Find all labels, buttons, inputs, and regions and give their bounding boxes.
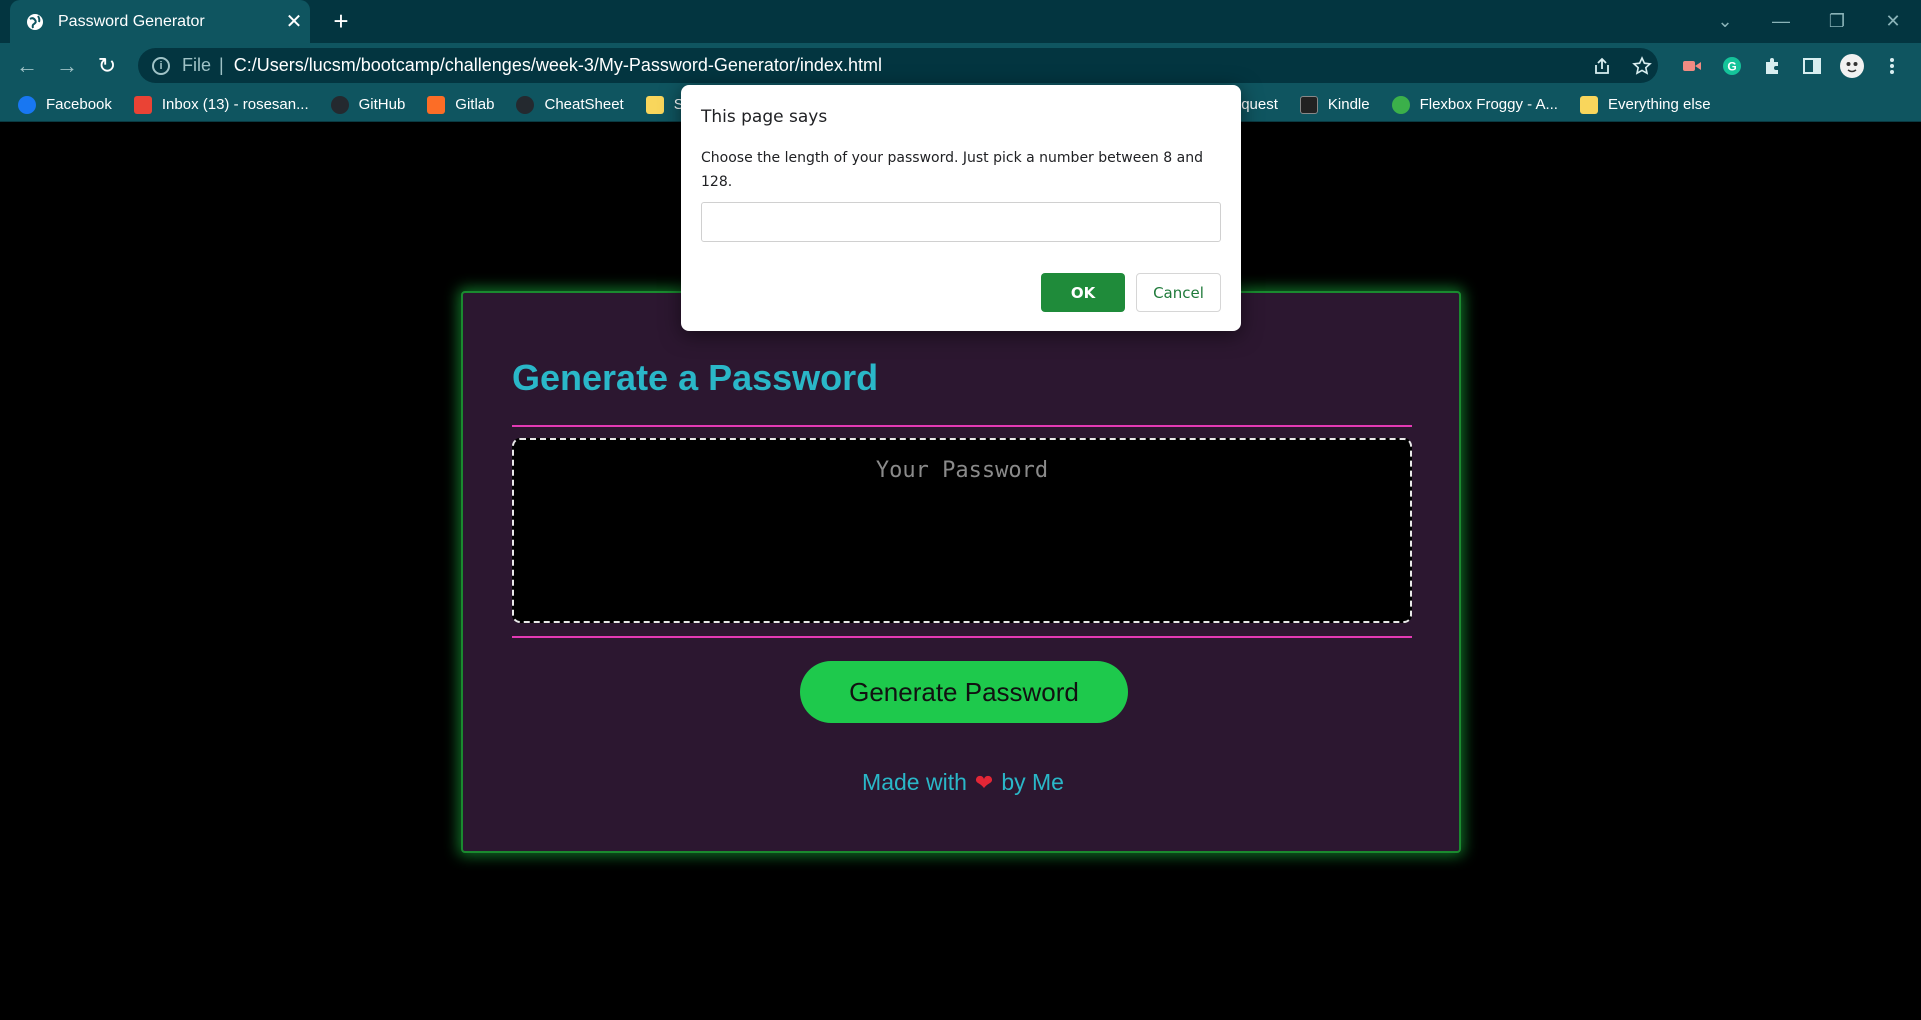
footer-suffix: by Me — [1001, 769, 1064, 795]
profile-avatar[interactable] — [1832, 51, 1872, 81]
browser-toolbar: ← → ↻ i File | C:/Users/lucsm/bootcamp/c… — [0, 43, 1921, 88]
facebook-icon — [18, 95, 36, 114]
video-extension-icon[interactable] — [1672, 51, 1712, 81]
generator-card: Generate a Password Generate Password Ma… — [461, 291, 1461, 853]
site-info-icon[interactable]: i — [152, 56, 170, 75]
url-text[interactable]: C:/Users/lucsm/bootcamp/challenges/week-… — [234, 55, 882, 76]
github-icon — [330, 95, 349, 114]
bookmark-gitlab[interactable]: Gitlab — [427, 95, 495, 114]
folder-icon — [1579, 95, 1598, 114]
bookmark-label: Gitlab — [455, 96, 495, 113]
tab-title: Password Generator — [58, 12, 205, 30]
dialog-title: This page says — [701, 107, 828, 127]
address-bar[interactable]: i File | C:/Users/lucsm/bootcamp/challen… — [138, 48, 1658, 83]
page-title: Generate a Password — [512, 357, 879, 398]
kebab-menu-icon[interactable] — [1872, 51, 1912, 81]
ok-button[interactable]: OK — [1041, 273, 1125, 312]
bookmark-label: GitHub — [358, 96, 406, 113]
bookmark-github[interactable]: GitHub — [330, 95, 406, 114]
omnibox-actions — [1582, 51, 1662, 81]
extensions-puzzle-icon[interactable] — [1752, 51, 1792, 81]
back-arrow-icon[interactable]: ← — [12, 51, 42, 81]
prompt-dialog: This page says Choose the length of your… — [681, 85, 1241, 331]
github-icon — [516, 95, 535, 114]
bookmark-label: Facebook — [46, 96, 112, 113]
frog-icon — [1391, 95, 1410, 114]
bookmark-gmail-inbox[interactable]: Inbox (13) - rosesan... — [133, 95, 309, 114]
generate-password-button[interactable]: Generate Password — [800, 661, 1128, 723]
bookmark-facebook[interactable]: Facebook — [18, 95, 112, 114]
scheme-separator: | — [219, 55, 224, 75]
top-divider — [512, 425, 1412, 427]
new-tab-button[interactable]: + — [326, 7, 356, 37]
bottom-divider — [512, 636, 1412, 638]
kindle-icon — [1299, 95, 1318, 114]
bookmark-star-icon[interactable] — [1622, 51, 1662, 81]
share-icon[interactable] — [1582, 51, 1622, 81]
bookmark-folder-everything-else[interactable]: Everything else — [1579, 95, 1711, 114]
bookmark-cheatsheet[interactable]: CheatSheet — [516, 95, 624, 114]
bookmark-flexbox-froggy[interactable]: Flexbox Froggy - A... — [1391, 95, 1558, 114]
password-length-input[interactable] — [701, 202, 1221, 242]
footer: Made with ❤ by Me — [463, 769, 1463, 796]
gmail-icon — [133, 95, 152, 114]
minimize-icon[interactable]: — — [1753, 11, 1809, 32]
bookmark-label: Kindle — [1327, 96, 1370, 113]
side-panel-icon[interactable] — [1792, 51, 1832, 81]
svg-text:G: G — [1727, 60, 1736, 74]
bookmark-label: CheatSheet — [544, 96, 624, 113]
globe-icon — [27, 13, 43, 30]
heart-icon: ❤ — [974, 770, 994, 795]
footer-prefix: Made with — [862, 769, 967, 795]
bookmark-kindle[interactable]: Kindle — [1299, 95, 1370, 114]
bookmark-label: Everything else — [1607, 96, 1711, 113]
window-close-icon[interactable]: ✕ — [1865, 11, 1921, 32]
grammarly-icon[interactable]: G — [1712, 51, 1752, 81]
scheme-label: File — [182, 55, 212, 75]
tab-search-chevron-icon[interactable]: ⌄ — [1697, 11, 1753, 32]
extension-icons: G — [1672, 51, 1912, 81]
restore-icon[interactable]: ❐ — [1809, 11, 1865, 32]
bookmark-label: Flexbox Froggy - A... — [1419, 96, 1558, 113]
cancel-button[interactable]: Cancel — [1136, 273, 1221, 312]
reload-icon[interactable]: ↻ — [92, 51, 122, 81]
gitlab-icon — [427, 95, 446, 114]
tab-close-icon[interactable]: ✕ — [278, 9, 310, 34]
bookmark-label: Inbox (13) - rosesan... — [161, 96, 309, 113]
folder-icon — [645, 95, 664, 114]
browser-window: Password Generator ✕ + ⌄ — ❐ ✕ ← → ↻ i F… — [0, 0, 1921, 1020]
tab-strip: Password Generator ✕ + ⌄ — ❐ ✕ — [0, 0, 1921, 43]
forward-arrow-icon[interactable]: → — [52, 51, 82, 81]
dialog-message: Choose the length of your password. Just… — [701, 150, 1203, 190]
tab-password-generator[interactable]: Password Generator ✕ — [10, 0, 310, 43]
password-output[interactable] — [512, 438, 1412, 623]
window-controls: ⌄ — ❐ ✕ — [1697, 0, 1921, 43]
